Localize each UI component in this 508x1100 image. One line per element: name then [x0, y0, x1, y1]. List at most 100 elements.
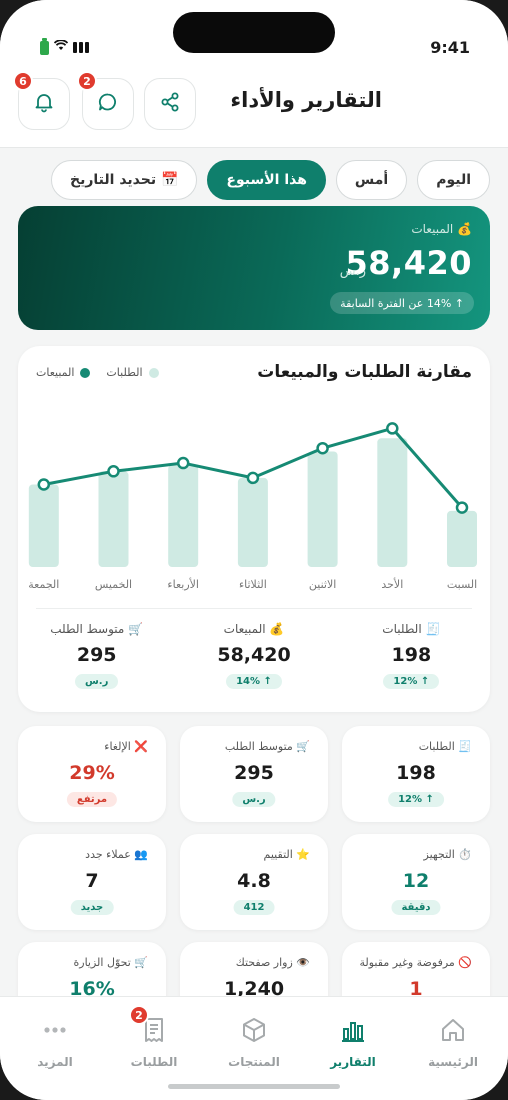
filter-pick-date[interactable]: 📅 تحديد التاريخ: [51, 160, 198, 200]
orders-bar: [98, 471, 129, 567]
x-tick-label: الاثنين: [309, 578, 336, 591]
chart-summary: 🧾 الطلبات 198 ↑ 12% 💰 المبيعات 58,420 ↑ …: [18, 622, 490, 689]
legend-sales-swatch: [80, 367, 91, 378]
summary-orders-pill: ↑ 12%: [383, 674, 440, 689]
tab-more-label: المزيد: [37, 1055, 73, 1069]
orders-bar: [237, 477, 268, 567]
stat-visitors-label: 👁️ زوار صفحتك: [235, 956, 310, 969]
stat-newcust-label: 👥 عملاء جدد: [85, 848, 148, 861]
sales-point: [176, 456, 190, 470]
stat-new-customers[interactable]: 👥 عملاء جدد 7 جديد: [18, 834, 166, 930]
x-tick-label: الجمعة: [28, 578, 59, 591]
tab-products[interactable]: المنتجات: [209, 1015, 299, 1069]
sales-point: [386, 422, 399, 435]
summary-orders: 🧾 الطلبات 198 ↑ 12%: [333, 622, 490, 689]
stat-rating-pill: 412: [233, 900, 275, 915]
summary-sales-value: 58,420: [217, 644, 291, 666]
stat-avg-pill: ر.س: [232, 792, 276, 807]
bar-chart-icon: [308, 1015, 398, 1045]
stat-avg-value: 295: [234, 762, 274, 784]
chart-legend: الطلبات المبيعات: [36, 366, 159, 379]
tab-orders-label: الطلبات: [130, 1055, 178, 1069]
x-tick-label: الثلاثاء: [239, 578, 267, 591]
stat-preparation[interactable]: ⏱️ التجهيز 12 دقيقة: [342, 834, 490, 930]
page-title: التقارير والأداء: [230, 88, 382, 112]
summary-sales-label: 💰 المبيعات: [223, 622, 285, 636]
stat-prep-label: ⏱️ التجهيز: [423, 848, 472, 861]
wifi-icon: [53, 39, 69, 55]
stat-orders[interactable]: 🧾 الطلبات 198 ↑ 12%: [342, 726, 490, 822]
home-icon: [408, 1015, 498, 1045]
share-icon: [159, 91, 181, 117]
stat-prep-pill: دقيقة: [391, 900, 441, 915]
summary-orders-label: 🧾 الطلبات: [382, 622, 441, 636]
more-icon: [10, 1015, 100, 1045]
stat-orders-label: 🧾 الطلبات: [418, 740, 472, 753]
legend-orders: الطلبات: [106, 366, 159, 379]
stat-cancel-value: 29%: [69, 762, 115, 784]
x-tick-label: الخميس: [95, 578, 132, 591]
orders-bar: [168, 464, 199, 567]
tab-orders[interactable]: 2 الطلبات: [109, 1005, 199, 1069]
messages-button[interactable]: 2: [77, 71, 134, 130]
summary-orders-value: 198: [391, 644, 432, 666]
orders-sales-chart-card: مقارنة الطلبات والمبيعات الطلبات المبيعا…: [18, 346, 490, 712]
tab-more[interactable]: المزيد: [10, 1015, 100, 1069]
stat-rating-label: ⭐ التقييم: [263, 848, 310, 861]
filter-this-week[interactable]: هذا الأسبوع: [207, 160, 326, 200]
tab-reports-label: التقارير: [330, 1055, 376, 1069]
signal-icon: [73, 42, 89, 53]
stat-orders-value: 198: [396, 762, 436, 784]
share-button[interactable]: [144, 78, 196, 130]
stat-newcust-pill: جديد: [70, 900, 114, 915]
status-icons: [40, 37, 89, 55]
summary-avg-value: 295: [76, 644, 117, 666]
stat-cancel-pill: مرتفع: [66, 792, 118, 807]
orders-bar: [447, 510, 477, 567]
x-tick-label: الأحد: [381, 577, 403, 591]
app-header: التقارير والأداء 2 6: [0, 70, 508, 148]
notifications-button[interactable]: 6: [13, 71, 70, 130]
date-filter-chips: اليوم أمس هذا الأسبوع 📅 تحديد التاريخ: [51, 160, 490, 200]
filter-today[interactable]: اليوم: [417, 160, 490, 200]
stat-avg-label: 🛒 متوسط الطلب: [224, 740, 310, 753]
stat-rating-value: 4.8: [237, 870, 271, 892]
sales-currency: ر.س: [339, 264, 366, 279]
stat-prep-value: 12: [402, 870, 430, 892]
stat-cancellation[interactable]: ❌ الإلغاء 29% مرتفع: [18, 726, 166, 822]
home-indicator: [168, 1084, 340, 1089]
filter-yesterday[interactable]: أمس: [335, 160, 408, 200]
notifications-badge: 6: [13, 71, 33, 91]
chart-title: مقارنة الطلبات والمبيعات: [257, 362, 472, 382]
tab-reports[interactable]: التقارير: [308, 1015, 398, 1069]
legend-sales-label: المبيعات: [36, 366, 75, 379]
sales-point: [107, 465, 120, 478]
box-icon: [209, 1015, 299, 1045]
sales-point: [455, 501, 469, 514]
stat-conversion-label: 🛒 تحوّل الزيارة: [73, 956, 149, 969]
stat-rating[interactable]: ⭐ التقييم 4.8 412: [180, 834, 328, 930]
sales-point: [316, 441, 329, 455]
summary-sales: 💰 المبيعات 58,420 ↑ 14%: [175, 622, 332, 689]
sales-point: [246, 471, 260, 485]
summary-avg-pill: ر.س: [75, 674, 119, 689]
sales-label: 💰 المبيعات: [411, 222, 472, 236]
tab-home[interactable]: الرئيسية: [408, 1015, 498, 1069]
orders-tab-badge: 2: [129, 1005, 149, 1025]
chart-plot: السبت الأحد الاثنين الثلاثاء الأربعاء الخميس ا…: [28, 422, 477, 591]
sales-change-badge: ↑ 14% عن الفترة السابقة: [330, 292, 474, 314]
stat-avg-order[interactable]: 🛒 متوسط الطلب 295 ر.س: [180, 726, 328, 822]
legend-orders-label: الطلبات: [106, 366, 143, 379]
x-tick-label: الأربعاء: [167, 577, 199, 591]
summary-avg-order: 🛒 متوسط الطلب 295 ر.س: [18, 622, 175, 689]
sales-point: [37, 478, 51, 491]
orders-bar: [307, 451, 338, 567]
legend-orders-swatch: [148, 367, 159, 378]
tab-home-label: الرئيسية: [428, 1055, 478, 1069]
summary-avg-label: 🛒 متوسط الطلب: [50, 622, 144, 636]
phone-screen: 9:41 التقارير والأداء 2 6 اليوم أمس هذا …: [0, 0, 508, 1100]
x-tick-label: السبت: [447, 578, 477, 591]
orders-bar: [28, 484, 59, 567]
stat-orders-pill: ↑ 12%: [388, 792, 444, 807]
orders-bar: [377, 438, 408, 567]
